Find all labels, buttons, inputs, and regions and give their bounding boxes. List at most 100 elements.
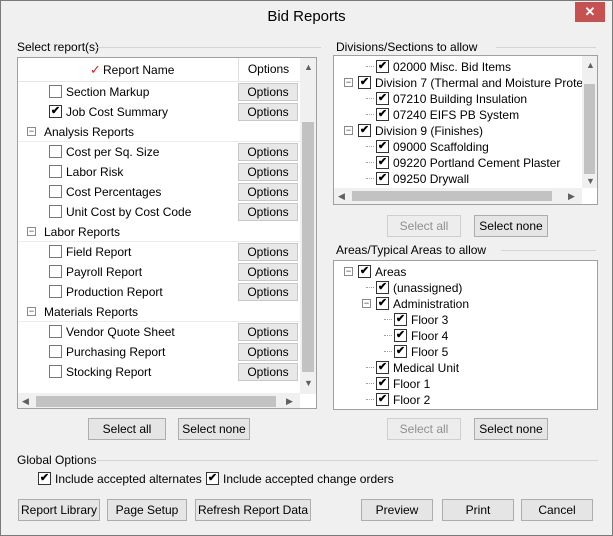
scroll-left-icon[interactable]: ◀ [338,191,345,202]
collapse-icon[interactable]: − [344,267,353,276]
tree-checkbox[interactable]: ✔ [358,265,371,278]
report-checkbox[interactable] [49,365,62,378]
report-row[interactable]: Cost per Sq. Size Options [18,142,300,162]
reports-select-none-button[interactable]: Select none [178,418,250,440]
tree-checkbox[interactable]: ✔ [394,313,407,326]
report-options-button[interactable]: Options [238,363,298,381]
collapse-icon[interactable]: − [27,127,36,136]
divisions-tree[interactable]: ✔ 02000 Misc. Bid Items − ✔ Division 7 (Ther… [333,55,598,205]
tree-checkbox[interactable]: ✔ [376,92,389,105]
report-checkbox[interactable] [49,265,62,278]
report-row[interactable]: Field Report Options [18,242,300,262]
hscroll-thumb[interactable] [352,191,552,201]
divisions-vscroll[interactable]: ▲ ▼ [582,56,597,188]
scroll-right-icon[interactable]: ▶ [286,396,293,407]
tree-item[interactable]: − ✔ Administration [334,295,584,311]
report-library-button[interactable]: Report Library [18,499,100,521]
report-options-button[interactable]: Options [238,83,298,101]
report-checkbox[interactable] [49,345,62,358]
cancel-button[interactable]: Cancel [521,499,593,521]
divisions-hscroll[interactable]: ◀ ▶ [334,188,582,204]
tree-checkbox[interactable]: ✔ [376,140,389,153]
report-options-button[interactable]: Options [238,103,298,121]
vertical-scrollbar[interactable]: ▲ ▼ [300,58,316,394]
scroll-up-icon[interactable]: ▲ [304,62,313,72]
include-change-orders-checkbox[interactable]: ✔ [206,472,219,485]
tree-item[interactable]: − ✔ Division 9 (Finishes) [334,122,584,138]
report-checkbox[interactable] [49,245,62,258]
collapse-icon[interactable]: − [362,299,371,308]
report-category-row[interactable]: − Analysis Reports [18,122,300,142]
tree-item[interactable]: ✔ 02000 Misc. Bid Items [334,58,584,74]
tree-checkbox[interactable]: ✔ [358,76,371,89]
report-row[interactable]: Payroll Report Options [18,262,300,282]
scroll-left-icon[interactable]: ◀ [22,396,29,407]
tree-checkbox[interactable]: ✔ [376,60,389,73]
report-checkbox[interactable]: ✔ [49,105,62,118]
tree-checkbox[interactable]: ✔ [376,108,389,121]
tree-checkbox[interactable]: ✔ [358,124,371,137]
tree-item[interactable]: ✔ Floor 2 [334,391,584,407]
report-checkbox[interactable] [49,85,62,98]
close-icon[interactable]: ✕ [575,2,605,22]
report-checkbox[interactable] [49,325,62,338]
tree-checkbox[interactable]: ✔ [376,393,389,406]
collapse-icon[interactable]: − [344,78,353,87]
reports-select-all-button[interactable]: Select all [88,418,166,440]
scroll-down-icon[interactable]: ▼ [304,378,313,388]
report-checkbox[interactable] [49,165,62,178]
print-button[interactable]: Print [442,499,514,521]
tree-item[interactable]: ✔ 09220 Portland Cement Plaster [334,154,584,170]
report-checkbox[interactable] [49,185,62,198]
collapse-icon[interactable]: − [27,307,36,316]
report-row[interactable]: ✔ Job Cost Summary Options [18,102,300,122]
scroll-right-icon[interactable]: ▶ [568,191,575,202]
tree-item[interactable]: ✔ 09000 Scaffolding [334,138,584,154]
report-checkbox[interactable] [49,145,62,158]
scroll-down-icon[interactable]: ▼ [586,176,595,186]
tree-checkbox[interactable]: ✔ [376,156,389,169]
areas-select-none-button[interactable]: Select none [474,418,548,440]
areas-tree[interactable]: − ✔ Areas ✔ (unassigned) − ✔ Administration ✔ Flo… [333,260,598,410]
report-options-button[interactable]: Options [238,183,298,201]
tree-checkbox[interactable]: ✔ [376,377,389,390]
tree-item[interactable]: ✔ (unassigned) [334,279,584,295]
tree-checkbox[interactable]: ✔ [394,345,407,358]
report-options-button[interactable]: Options [238,283,298,301]
tree-item[interactable]: ✔ 07240 EIFS PB System [334,106,584,122]
page-setup-button[interactable]: Page Setup [107,499,187,521]
tree-checkbox[interactable]: ✔ [376,172,389,185]
report-category-row[interactable]: − Labor Reports [18,222,300,242]
refresh-report-data-button[interactable]: Refresh Report Data [195,499,311,521]
tree-checkbox[interactable]: ✔ [394,329,407,342]
report-options-button[interactable]: Options [238,243,298,261]
scroll-thumb[interactable] [302,122,314,372]
report-row[interactable]: Purchasing Report Options [18,342,300,362]
areas-select-all-button[interactable]: Select all [387,418,461,440]
tree-checkbox[interactable]: ✔ [376,297,389,310]
report-options-button[interactable]: Options [238,323,298,341]
reports-list[interactable]: ✓ Report Name Options Section Markup Opti… [17,57,317,409]
report-row[interactable]: Stocking Report Options [18,362,300,382]
tree-item[interactable]: ✔ 09250 Drywall [334,170,584,186]
report-row[interactable]: Cost Percentages Options [18,182,300,202]
collapse-icon[interactable]: − [27,227,36,236]
report-checkbox[interactable] [49,205,62,218]
report-row[interactable]: Labor Risk Options [18,162,300,182]
report-category-row[interactable]: − Materials Reports [18,302,300,322]
collapse-icon[interactable]: − [344,126,353,135]
hscroll-thumb[interactable] [36,396,276,407]
report-checkbox[interactable] [49,285,62,298]
include-alternates-checkbox[interactable]: ✔ [38,472,51,485]
tree-item[interactable]: ✔ Floor 3 [334,311,584,327]
report-row[interactable]: Section Markup Options [18,82,300,102]
tree-checkbox[interactable]: ✔ [376,361,389,374]
tree-item[interactable]: ✔ Medical Unit [334,359,584,375]
column-options[interactable]: Options [238,58,298,81]
report-options-button[interactable]: Options [238,143,298,161]
report-row[interactable]: Vendor Quote Sheet Options [18,322,300,342]
report-options-button[interactable]: Options [238,343,298,361]
tree-item[interactable]: − ✔ Areas [334,263,584,279]
report-row[interactable]: Production Report Options [18,282,300,302]
divisions-select-none-button[interactable]: Select none [474,215,548,237]
